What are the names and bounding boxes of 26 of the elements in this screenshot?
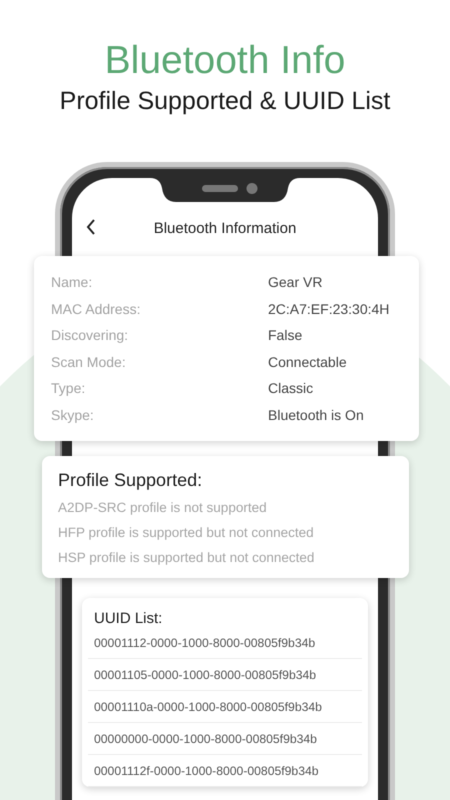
detail-label: Name:	[51, 273, 94, 292]
back-icon[interactable]	[86, 219, 96, 235]
uuid-text: 00001112f-0000-1000-8000-00805f9b34b	[94, 764, 319, 778]
detail-value: Connectable	[268, 352, 348, 371]
uuid-text: 00000000-0000-1000-8000-00805f9b34b	[94, 732, 317, 746]
headline: Bluetooth Info	[104, 38, 346, 84]
detail-label: Type:	[51, 379, 86, 398]
profile-status: A2DP-SRC profile is not supported	[58, 499, 268, 517]
uuid-text: 00001110a-0000-1000-8000-00805f9b34b	[94, 700, 322, 714]
card-title: UUID List:	[94, 610, 164, 627]
detail-label: Skype:	[51, 406, 95, 424]
uuid-text: 00001112-0000-1000-8000-00805f9b34b	[94, 636, 316, 650]
detail-value: Bluetooth is On	[268, 406, 365, 424]
profile-status: HFP profile is supported but not connected	[58, 524, 315, 542]
uuid-text: 00001105-0000-1000-8000-00805f9b34b	[94, 668, 316, 682]
card-title: Profile Supported:	[58, 470, 204, 491]
subheadline: Profile Supported & UUID List	[60, 86, 390, 117]
detail-value: Classic	[268, 379, 314, 398]
detail-value: 2C:A7:EF:23:30:4H	[268, 300, 390, 318]
profile-status: HSP profile is supported but not connected	[58, 549, 316, 567]
detail-label: Discovering:	[51, 326, 130, 344]
screen-title: Bluetooth Information	[154, 220, 296, 236]
detail-label: Scan Mode:	[51, 352, 127, 371]
detail-value: Gear VR	[268, 273, 324, 292]
detail-label: MAC Address:	[51, 300, 142, 318]
detail-value: False	[268, 326, 304, 344]
